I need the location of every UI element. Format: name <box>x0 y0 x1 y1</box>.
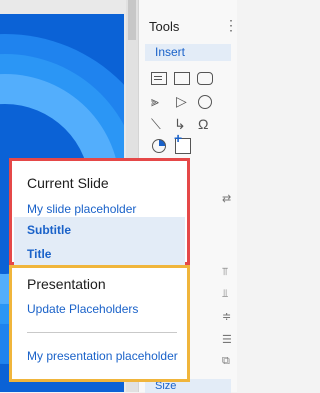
menu-item-update-placeholders[interactable]: Update Placeholders <box>27 302 138 316</box>
rounded-rectangle-icon[interactable] <box>197 72 213 85</box>
menu-item-subtitle[interactable]: Subtitle <box>27 223 71 237</box>
pie-icon[interactable] <box>152 139 166 153</box>
group-icon[interactable]: ⧉ <box>222 355 230 368</box>
scrollbar-thumb[interactable] <box>128 0 136 40</box>
rectangle-icon[interactable] <box>174 72 190 85</box>
swap-arrows-icon[interactable]: ⇄ <box>222 192 231 205</box>
chevron-icon[interactable]: ⫸ <box>151 94 167 108</box>
menu-item-title[interactable]: Title <box>27 247 51 261</box>
omega-icon[interactable]: Ω <box>198 117 214 131</box>
insert-tab[interactable]: Insert <box>145 44 231 61</box>
menu-item-my-presentation-placeholder[interactable]: My presentation placeholder <box>27 349 178 363</box>
align-bottom-icon[interactable]: ⫫ <box>222 288 228 301</box>
distribute-icon[interactable]: ≑ <box>222 310 231 323</box>
stack-icon[interactable]: ☰ <box>222 333 232 346</box>
line-icon[interactable]: ⟍ <box>151 117 167 131</box>
tools-pane-title: Tools <box>149 19 180 34</box>
text-box-icon[interactable] <box>151 72 167 85</box>
triangle-icon[interactable]: ▷ <box>176 94 192 108</box>
menu-separator <box>27 332 177 333</box>
more-vertical-icon[interactable]: ⋮ <box>224 17 238 34</box>
menu-item-my-slide-placeholder[interactable]: My slide placeholder <box>27 202 136 216</box>
placeholder-add-icon[interactable] <box>174 130 191 154</box>
current-slide-heading: Current Slide <box>27 175 109 191</box>
presentation-menu: Presentation Update Placeholders My pres… <box>9 265 190 382</box>
current-slide-menu: Current Slide My slide placeholder Subti… <box>9 158 190 265</box>
presentation-heading: Presentation <box>27 276 106 292</box>
align-top-icon[interactable]: ⫪ <box>222 266 228 279</box>
oval-icon[interactable] <box>198 95 212 109</box>
